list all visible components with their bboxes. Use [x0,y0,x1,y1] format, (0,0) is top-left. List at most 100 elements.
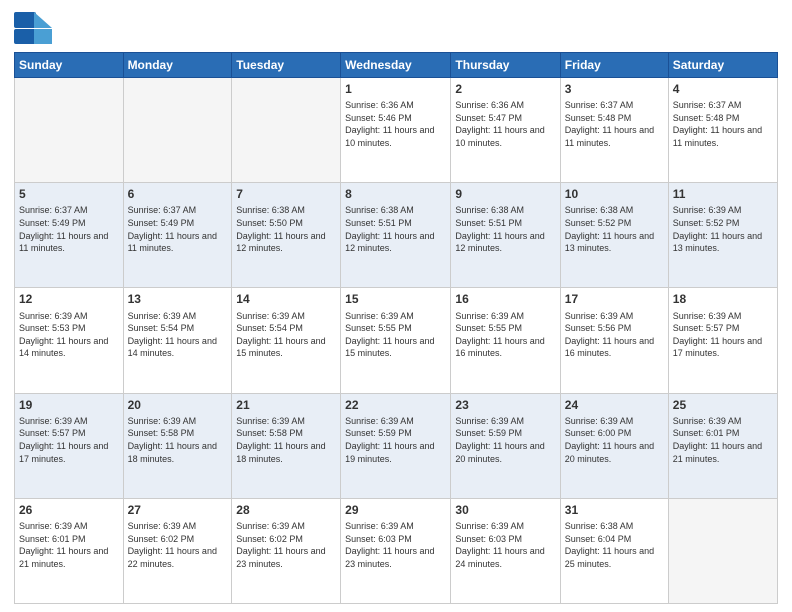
day-info: Sunrise: 6:39 AM Sunset: 5:54 PM Dayligh… [128,310,228,360]
table-row: 28 Sunrise: 6:39 AM Sunset: 6:02 PM Dayli… [232,498,341,603]
day-number: 11 [673,186,773,202]
table-row: 23 Sunrise: 6:39 AM Sunset: 5:59 PM Dayli… [451,393,560,498]
table-row: 14 Sunrise: 6:39 AM Sunset: 5:54 PM Dayli… [232,288,341,393]
day-number: 14 [236,291,336,307]
table-row: 3 Sunrise: 6:37 AM Sunset: 5:48 PM Daylig… [560,78,668,183]
day-info: Sunrise: 6:39 AM Sunset: 5:54 PM Dayligh… [236,310,336,360]
table-row: 11 Sunrise: 6:39 AM Sunset: 5:52 PM Dayli… [668,183,777,288]
day-number: 20 [128,397,228,413]
header [14,10,778,44]
day-info: Sunrise: 6:36 AM Sunset: 5:46 PM Dayligh… [345,99,446,149]
calendar-row: 5 Sunrise: 6:37 AM Sunset: 5:49 PM Daylig… [15,183,778,288]
day-number: 10 [565,186,664,202]
day-number: 6 [128,186,228,202]
day-info: Sunrise: 6:39 AM Sunset: 5:55 PM Dayligh… [455,310,555,360]
day-number: 13 [128,291,228,307]
table-row [123,78,232,183]
day-info: Sunrise: 6:37 AM Sunset: 5:49 PM Dayligh… [19,204,119,254]
col-friday: Friday [560,53,668,78]
day-info: Sunrise: 6:37 AM Sunset: 5:48 PM Dayligh… [565,99,664,149]
day-number: 18 [673,291,773,307]
day-number: 26 [19,502,119,518]
table-row: 15Sunrise: 6:39 AM Sunset: 5:55 PM Dayli… [341,288,451,393]
day-info: Sunrise: 6:39 AM Sunset: 6:02 PM Dayligh… [236,520,336,570]
day-info: Sunrise: 6:39 AM Sunset: 5:56 PM Dayligh… [565,310,664,360]
day-info: Sunrise: 6:37 AM Sunset: 5:48 PM Dayligh… [673,99,773,149]
day-info: Sunrise: 6:39 AM Sunset: 6:03 PM Dayligh… [455,520,555,570]
calendar-page: Sunday Monday Tuesday Wednesday Thursday… [0,0,792,612]
day-number: 9 [455,186,555,202]
day-number: 15 [345,291,446,307]
day-info: Sunrise: 6:38 AM Sunset: 6:04 PM Dayligh… [565,520,664,570]
table-row: 25 Sunrise: 6:39 AM Sunset: 6:01 PM Dayli… [668,393,777,498]
table-row: 8 Sunrise: 6:38 AM Sunset: 5:51 PM Daylig… [341,183,451,288]
col-saturday: Saturday [668,53,777,78]
day-info: Sunrise: 6:36 AM Sunset: 5:47 PM Dayligh… [455,99,555,149]
table-row: 4 Sunrise: 6:37 AM Sunset: 5:48 PM Daylig… [668,78,777,183]
day-number: 31 [565,502,664,518]
day-info: Sunrise: 6:39 AM Sunset: 5:57 PM Dayligh… [673,310,773,360]
day-info: Sunrise: 6:39 AM Sunset: 5:57 PM Dayligh… [19,415,119,465]
day-info: Sunrise: 6:38 AM Sunset: 5:50 PM Dayligh… [236,204,336,254]
day-info: Sunrise: 6:39 AM Sunset: 5:58 PM Dayligh… [236,415,336,465]
day-number: 23 [455,397,555,413]
day-number: 3 [565,81,664,97]
day-number: 22 [345,397,446,413]
col-monday: Monday [123,53,232,78]
day-number: 24 [565,397,664,413]
table-row: 13 Sunrise: 6:39 AM Sunset: 5:54 PM Dayli… [123,288,232,393]
day-number: 2 [455,81,555,97]
day-number: 19 [19,397,119,413]
day-number: 30 [455,502,555,518]
table-row [15,78,124,183]
table-row: 16Sunrise: 6:39 AM Sunset: 5:55 PM Dayli… [451,288,560,393]
day-number: 8 [345,186,446,202]
table-row [232,78,341,183]
logo [14,12,56,44]
col-thursday: Thursday [451,53,560,78]
table-row: 18 Sunrise: 6:39 AM Sunset: 5:57 PM Dayli… [668,288,777,393]
table-row: 6 Sunrise: 6:37 AM Sunset: 5:49 PM Daylig… [123,183,232,288]
day-info: Sunrise: 6:39 AM Sunset: 6:01 PM Dayligh… [19,520,119,570]
day-number: 1 [345,81,446,97]
day-info: Sunrise: 6:38 AM Sunset: 5:52 PM Dayligh… [565,204,664,254]
day-number: 28 [236,502,336,518]
table-row: 26 Sunrise: 6:39 AM Sunset: 6:01 PM Dayli… [15,498,124,603]
day-number: 21 [236,397,336,413]
calendar-row: 19 Sunrise: 6:39 AM Sunset: 5:57 PM Dayli… [15,393,778,498]
day-number: 17 [565,291,664,307]
day-info: Sunrise: 6:39 AM Sunset: 5:52 PM Dayligh… [673,204,773,254]
table-row: 5 Sunrise: 6:37 AM Sunset: 5:49 PM Daylig… [15,183,124,288]
day-info: Sunrise: 6:39 AM Sunset: 5:53 PM Dayligh… [19,310,119,360]
table-row [668,498,777,603]
day-info: Sunrise: 6:39 AM Sunset: 5:58 PM Dayligh… [128,415,228,465]
col-tuesday: Tuesday [232,53,341,78]
day-info: Sunrise: 6:37 AM Sunset: 5:49 PM Dayligh… [128,204,228,254]
day-info: Sunrise: 6:39 AM Sunset: 5:59 PM Dayligh… [345,415,446,465]
day-info: Sunrise: 6:38 AM Sunset: 5:51 PM Dayligh… [345,204,446,254]
day-number: 27 [128,502,228,518]
day-info: Sunrise: 6:39 AM Sunset: 5:59 PM Dayligh… [455,415,555,465]
table-row: 21 Sunrise: 6:39 AM Sunset: 5:58 PM Dayli… [232,393,341,498]
table-row: 2 Sunrise: 6:36 AM Sunset: 5:47 PM Daylig… [451,78,560,183]
table-row: 19 Sunrise: 6:39 AM Sunset: 5:57 PM Dayli… [15,393,124,498]
table-row: 17 Sunrise: 6:39 AM Sunset: 5:56 PM Dayli… [560,288,668,393]
logo-icon [14,12,52,44]
table-row: 30 Sunrise: 6:39 AM Sunset: 6:03 PM Dayli… [451,498,560,603]
table-row: 27Sunrise: 6:39 AM Sunset: 6:02 PM Dayli… [123,498,232,603]
table-row: 29Sunrise: 6:39 AM Sunset: 6:03 PM Dayli… [341,498,451,603]
day-info: Sunrise: 6:39 AM Sunset: 6:03 PM Dayligh… [345,520,446,570]
day-number: 5 [19,186,119,202]
table-row: 10 Sunrise: 6:38 AM Sunset: 5:52 PM Dayli… [560,183,668,288]
day-number: 25 [673,397,773,413]
table-row: 9 Sunrise: 6:38 AM Sunset: 5:51 PM Daylig… [451,183,560,288]
table-row: 22 Sunrise: 6:39 AM Sunset: 5:59 PM Dayli… [341,393,451,498]
day-info: Sunrise: 6:39 AM Sunset: 6:00 PM Dayligh… [565,415,664,465]
day-info: Sunrise: 6:38 AM Sunset: 5:51 PM Dayligh… [455,204,555,254]
day-number: 4 [673,81,773,97]
col-sunday: Sunday [15,53,124,78]
day-info: Sunrise: 6:39 AM Sunset: 6:01 PM Dayligh… [673,415,773,465]
table-row: 1 Sunrise: 6:36 AM Sunset: 5:46 PM Daylig… [341,78,451,183]
table-row: 20 Sunrise: 6:39 AM Sunset: 5:58 PM Dayli… [123,393,232,498]
header-row: Sunday Monday Tuesday Wednesday Thursday… [15,53,778,78]
